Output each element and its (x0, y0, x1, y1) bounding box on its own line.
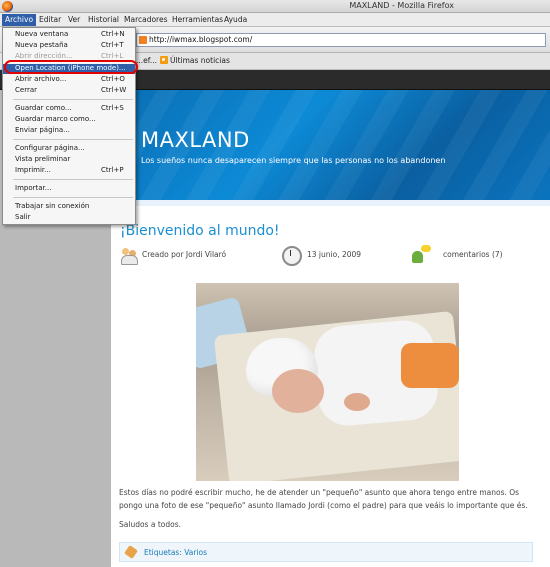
menu-item-importar[interactable]: Importar... (3, 184, 135, 194)
menu-ayuda[interactable]: Ayuda (221, 14, 250, 26)
menu-item-abrir-archivo[interactable]: Abrir archivo... Ctrl+O (3, 75, 135, 85)
bookmark-label: Últimas noticias (170, 56, 230, 65)
menu-item-vista-preliminar[interactable]: Vista preliminar (3, 155, 135, 165)
blog-page: MAXLAND Los sueños nunca desaparecen sie… (111, 90, 550, 567)
menu-item-guardar-marco[interactable]: Guardar marco como... (3, 115, 135, 125)
window-titlebar: MAXLAND - Mozilla Firefox (0, 0, 550, 13)
menu-editar[interactable]: Editar (36, 14, 64, 26)
menu-item-trabajar-sin-conexion[interactable]: Trabajar sin conexión (3, 202, 135, 212)
post-title[interactable]: ¡Bienvenido al mundo! (120, 223, 280, 239)
window-title: MAXLAND - Mozilla Firefox (349, 1, 454, 10)
post-photo (196, 283, 459, 481)
url-bar[interactable]: http://iwmax.blogspot.com/ (136, 33, 546, 47)
blog-header: MAXLAND Los sueños nunca desaparecen sie… (111, 90, 550, 200)
post-labels-link[interactable]: Etiquetas: Varios (144, 548, 207, 557)
menu-item-guardar-como[interactable]: Guardar como... Ctrl+S (3, 104, 135, 114)
site-favicon-icon (139, 36, 147, 44)
menu-item-cerrar[interactable]: Cerrar Ctrl+W (3, 86, 135, 96)
rss-icon (160, 56, 168, 64)
menu-item-configurar-pagina[interactable]: Configurar página... (3, 144, 135, 154)
menu-historial[interactable]: Historial (85, 14, 122, 26)
post-author: Creado por Jordi Vilaró (142, 250, 227, 259)
archivo-dropdown-menu: Nueva ventana Ctrl+N Nueva pestaña Ctrl+T … (2, 27, 136, 225)
menu-item-nueva-pestana[interactable]: Nueva pestaña Ctrl+T (3, 41, 135, 51)
highlight-ring (4, 60, 138, 74)
post-labels: Etiquetas: Varios (119, 542, 533, 562)
blog-tagline: Los sueños nunca desaparecen siempre que… (141, 156, 446, 165)
tag-icon (124, 545, 138, 559)
menu-ver[interactable]: Ver (65, 14, 83, 26)
menu-separator (13, 179, 133, 180)
url-text[interactable]: http://iwmax.blogspot.com/ (149, 35, 252, 44)
author-icon (119, 245, 139, 265)
menu-archivo[interactable]: Archivo (2, 14, 37, 26)
menu-marcadores[interactable]: Marcadores (121, 14, 171, 26)
menu-herramientas[interactable]: Herramientas (169, 14, 226, 26)
firefox-icon (2, 1, 13, 12)
header-divider (111, 200, 550, 206)
post-paragraph: Estos días no podré escribir mucho, he d… (119, 488, 528, 510)
menu-item-salir[interactable]: Salir (3, 213, 135, 223)
post-comments-link[interactable]: comentarios (7) (443, 250, 503, 259)
menu-item-imprimir[interactable]: Imprimir... Ctrl+P (3, 166, 135, 176)
menu-separator (13, 139, 133, 140)
bookmark-ultimas-noticias[interactable]: Últimas noticias (160, 56, 230, 65)
comments-icon (411, 245, 431, 265)
menu-item-enviar-pagina[interactable]: Enviar página... (3, 126, 135, 136)
post-greeting: Saludos a todos. (119, 520, 181, 529)
bookmark-partial[interactable]: ...ef... (136, 56, 157, 65)
menu-bar: Archivo Editar Ver Historial Marcadores … (0, 13, 550, 27)
menu-separator (13, 197, 133, 198)
clock-icon (281, 245, 302, 266)
menu-item-nueva-ventana[interactable]: Nueva ventana Ctrl+N (3, 30, 135, 40)
post-date: 13 junio, 2009 (307, 250, 362, 259)
blog-title[interactable]: MAXLAND (141, 128, 250, 152)
menu-separator (13, 99, 133, 100)
